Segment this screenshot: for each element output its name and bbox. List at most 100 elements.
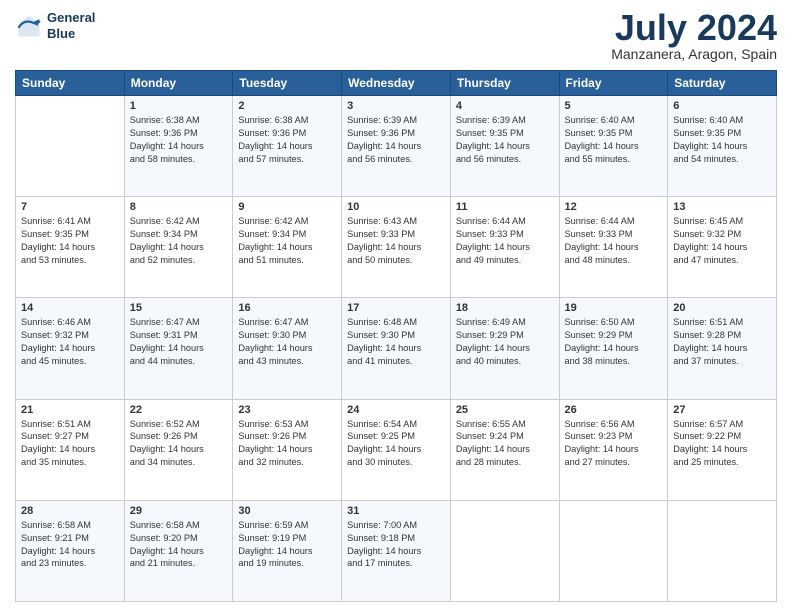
- day-number: 24: [347, 404, 445, 416]
- day-number: 25: [456, 404, 554, 416]
- calendar-body: 1Sunrise: 6:38 AM Sunset: 9:36 PM Daylig…: [16, 96, 777, 602]
- cell-content: Sunrise: 6:42 AM Sunset: 9:34 PM Dayligh…: [238, 215, 336, 267]
- day-number: 15: [130, 302, 228, 314]
- calendar-cell: 28 Sunrise: 6:58 AM Sunset: 9:21 PM Dayli…: [16, 500, 125, 601]
- calendar-title: July 2024: [611, 10, 777, 46]
- calendar-cell: 17 Sunrise: 6:48 AM Sunset: 9:30 PM Dayli…: [342, 298, 451, 399]
- day-number: 28: [21, 505, 119, 517]
- page: General Blue July 2024 Manzanera, Aragon…: [0, 0, 792, 612]
- calendar-cell: [668, 500, 777, 601]
- calendar-cell: 13 Sunrise: 6:45 AM Sunset: 9:32 PM Dayli…: [668, 197, 777, 298]
- logo-text: General Blue: [47, 10, 95, 41]
- day-number: 3: [347, 100, 445, 112]
- calendar-cell: 26 Sunrise: 6:56 AM Sunset: 9:23 PM Dayli…: [559, 399, 668, 500]
- day-number: 7: [21, 201, 119, 213]
- day-number: 16: [238, 302, 336, 314]
- day-number: 6: [673, 100, 771, 112]
- calendar-cell: 18Sunrise: 6:49 AM Sunset: 9:29 PM Dayli…: [450, 298, 559, 399]
- calendar-cell: 20 Sunrise: 6:51 AM Sunset: 9:28 PM Dayli…: [668, 298, 777, 399]
- cell-content: Sunrise: 6:53 AM Sunset: 9:26 PM Dayligh…: [238, 418, 336, 470]
- calendar-subtitle: Manzanera, Aragon, Spain: [611, 46, 777, 62]
- calendar-cell: 6 Sunrise: 6:40 AM Sunset: 9:35 PM Daylig…: [668, 96, 777, 197]
- calendar-cell: [559, 500, 668, 601]
- cell-content: Sunrise: 6:42 AM Sunset: 9:34 PM Dayligh…: [130, 215, 228, 267]
- calendar-week-5: 28 Sunrise: 6:58 AM Sunset: 9:21 PM Dayli…: [16, 500, 777, 601]
- cell-content: Sunrise: 6:46 AM Sunset: 9:32 PM Dayligh…: [21, 316, 119, 368]
- day-number: 13: [673, 201, 771, 213]
- day-header-monday: Monday: [124, 71, 233, 96]
- cell-content: Sunrise: 6:58 AM Sunset: 9:20 PM Dayligh…: [130, 519, 228, 571]
- calendar-cell: 24 Sunrise: 6:54 AM Sunset: 9:25 PM Dayli…: [342, 399, 451, 500]
- logo: General Blue: [15, 10, 95, 41]
- day-header-sunday: Sunday: [16, 71, 125, 96]
- calendar-cell: 5 Sunrise: 6:40 AM Sunset: 9:35 PM Daylig…: [559, 96, 668, 197]
- day-header-wednesday: Wednesday: [342, 71, 451, 96]
- calendar-header-row: SundayMondayTuesdayWednesdayThursdayFrid…: [16, 71, 777, 96]
- day-number: 10: [347, 201, 445, 213]
- calendar-cell: 21Sunrise: 6:51 AM Sunset: 9:27 PM Dayli…: [16, 399, 125, 500]
- calendar-cell: 9Sunrise: 6:42 AM Sunset: 9:34 PM Daylig…: [233, 197, 342, 298]
- calendar-cell: 16 Sunrise: 6:47 AM Sunset: 9:30 PM Dayli…: [233, 298, 342, 399]
- cell-content: Sunrise: 6:41 AM Sunset: 9:35 PM Dayligh…: [21, 215, 119, 267]
- calendar-cell: 3 Sunrise: 6:39 AM Sunset: 9:36 PM Daylig…: [342, 96, 451, 197]
- day-header-thursday: Thursday: [450, 71, 559, 96]
- day-number: 26: [565, 404, 663, 416]
- cell-content: Sunrise: 6:38 AM Sunset: 9:36 PM Dayligh…: [130, 114, 228, 166]
- calendar-cell: 30Sunrise: 6:59 AM Sunset: 9:19 PM Dayli…: [233, 500, 342, 601]
- calendar-cell: 25 Sunrise: 6:55 AM Sunset: 9:24 PM Dayli…: [450, 399, 559, 500]
- calendar-cell: 29 Sunrise: 6:58 AM Sunset: 9:20 PM Dayli…: [124, 500, 233, 601]
- calendar-cell: 8Sunrise: 6:42 AM Sunset: 9:34 PM Daylig…: [124, 197, 233, 298]
- cell-content: Sunrise: 6:48 AM Sunset: 9:30 PM Dayligh…: [347, 316, 445, 368]
- cell-content: Sunrise: 7:00 AM Sunset: 9:18 PM Dayligh…: [347, 519, 445, 571]
- day-number: 12: [565, 201, 663, 213]
- cell-content: Sunrise: 6:45 AM Sunset: 9:32 PM Dayligh…: [673, 215, 771, 267]
- cell-content: Sunrise: 6:40 AM Sunset: 9:35 PM Dayligh…: [673, 114, 771, 166]
- cell-content: Sunrise: 6:52 AM Sunset: 9:26 PM Dayligh…: [130, 418, 228, 470]
- day-number: 27: [673, 404, 771, 416]
- cell-content: Sunrise: 6:49 AM Sunset: 9:29 PM Dayligh…: [456, 316, 554, 368]
- day-number: 14: [21, 302, 119, 314]
- cell-content: Sunrise: 6:47 AM Sunset: 9:31 PM Dayligh…: [130, 316, 228, 368]
- calendar-cell: 4 Sunrise: 6:39 AM Sunset: 9:35 PM Daylig…: [450, 96, 559, 197]
- calendar-cell: 14 Sunrise: 6:46 AM Sunset: 9:32 PM Dayli…: [16, 298, 125, 399]
- day-number: 17: [347, 302, 445, 314]
- cell-content: Sunrise: 6:44 AM Sunset: 9:33 PM Dayligh…: [456, 215, 554, 267]
- cell-content: Sunrise: 6:51 AM Sunset: 9:28 PM Dayligh…: [673, 316, 771, 368]
- day-number: 20: [673, 302, 771, 314]
- day-header-saturday: Saturday: [668, 71, 777, 96]
- day-number: 29: [130, 505, 228, 517]
- calendar-cell: 15 Sunrise: 6:47 AM Sunset: 9:31 PM Dayli…: [124, 298, 233, 399]
- calendar-cell: 22 Sunrise: 6:52 AM Sunset: 9:26 PM Dayli…: [124, 399, 233, 500]
- calendar-table: SundayMondayTuesdayWednesdayThursdayFrid…: [15, 70, 777, 602]
- calendar-cell: 31Sunrise: 7:00 AM Sunset: 9:18 PM Dayli…: [342, 500, 451, 601]
- calendar-cell: 12 Sunrise: 6:44 AM Sunset: 9:33 PM Dayli…: [559, 197, 668, 298]
- cell-content: Sunrise: 6:55 AM Sunset: 9:24 PM Dayligh…: [456, 418, 554, 470]
- header: General Blue July 2024 Manzanera, Aragon…: [15, 10, 777, 62]
- calendar-cell: [450, 500, 559, 601]
- cell-content: Sunrise: 6:40 AM Sunset: 9:35 PM Dayligh…: [565, 114, 663, 166]
- day-number: 5: [565, 100, 663, 112]
- cell-content: Sunrise: 6:57 AM Sunset: 9:22 PM Dayligh…: [673, 418, 771, 470]
- calendar-cell: [16, 96, 125, 197]
- cell-content: Sunrise: 6:58 AM Sunset: 9:21 PM Dayligh…: [21, 519, 119, 571]
- day-header-tuesday: Tuesday: [233, 71, 342, 96]
- day-number: 19: [565, 302, 663, 314]
- day-number: 22: [130, 404, 228, 416]
- calendar-cell: 10 Sunrise: 6:43 AM Sunset: 9:33 PM Dayli…: [342, 197, 451, 298]
- cell-content: Sunrise: 6:38 AM Sunset: 9:36 PM Dayligh…: [238, 114, 336, 166]
- cell-content: Sunrise: 6:59 AM Sunset: 9:19 PM Dayligh…: [238, 519, 336, 571]
- cell-content: Sunrise: 6:50 AM Sunset: 9:29 PM Dayligh…: [565, 316, 663, 368]
- day-number: 4: [456, 100, 554, 112]
- cell-content: Sunrise: 6:56 AM Sunset: 9:23 PM Dayligh…: [565, 418, 663, 470]
- cell-content: Sunrise: 6:44 AM Sunset: 9:33 PM Dayligh…: [565, 215, 663, 267]
- cell-content: Sunrise: 6:54 AM Sunset: 9:25 PM Dayligh…: [347, 418, 445, 470]
- cell-content: Sunrise: 6:39 AM Sunset: 9:35 PM Dayligh…: [456, 114, 554, 166]
- calendar-week-4: 21Sunrise: 6:51 AM Sunset: 9:27 PM Dayli…: [16, 399, 777, 500]
- calendar-week-1: 1Sunrise: 6:38 AM Sunset: 9:36 PM Daylig…: [16, 96, 777, 197]
- calendar-cell: 7 Sunrise: 6:41 AM Sunset: 9:35 PM Daylig…: [16, 197, 125, 298]
- calendar-cell: 19 Sunrise: 6:50 AM Sunset: 9:29 PM Dayli…: [559, 298, 668, 399]
- day-number: 2: [238, 100, 336, 112]
- cell-content: Sunrise: 6:43 AM Sunset: 9:33 PM Dayligh…: [347, 215, 445, 267]
- cell-content: Sunrise: 6:47 AM Sunset: 9:30 PM Dayligh…: [238, 316, 336, 368]
- cell-content: Sunrise: 6:39 AM Sunset: 9:36 PM Dayligh…: [347, 114, 445, 166]
